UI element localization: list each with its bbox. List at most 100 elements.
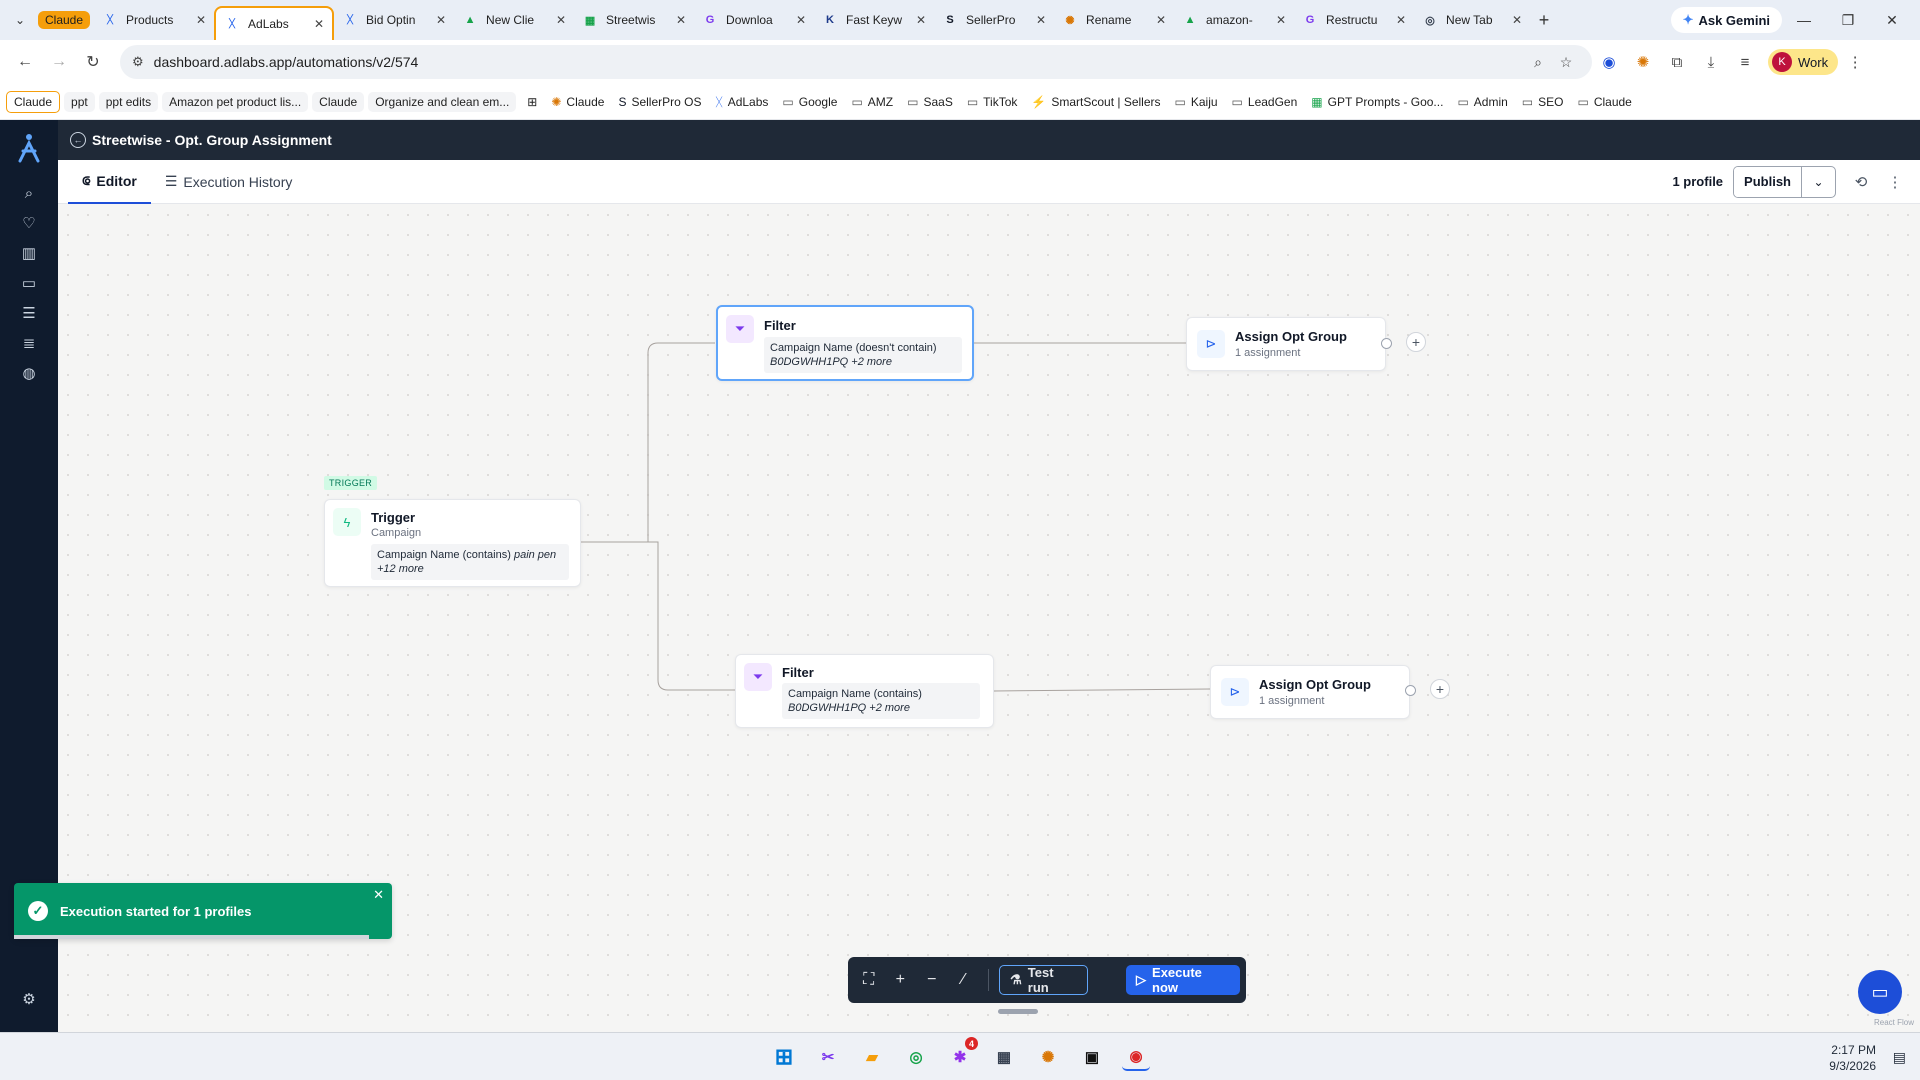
extensions-icon[interactable]: ⧉ — [1660, 54, 1694, 71]
browser-tab[interactable]: ◎ New Tab ✕ — [1414, 4, 1530, 36]
slack-icon[interactable]: ✱ 4 — [946, 1037, 978, 1071]
bookmark-item[interactable]: Claude — [312, 91, 365, 112]
add-node-button[interactable]: + — [1406, 332, 1426, 352]
output-handle[interactable] — [1381, 338, 1392, 349]
profile-count[interactable]: 1 profile — [1672, 174, 1723, 189]
chrome-work-icon[interactable]: ◉ — [1122, 1043, 1150, 1071]
ask-gemini-button[interactable]: ✦ Ask Gemini — [1670, 7, 1782, 33]
bookmark-star-icon[interactable]: ☆ — [1552, 54, 1580, 71]
browser-tab[interactable]: G Downloa ✕ — [694, 4, 814, 36]
close-tab-icon[interactable]: ✕ — [1036, 13, 1046, 27]
fit-view-icon[interactable]: ⛶ — [854, 965, 884, 995]
tab-search-icon[interactable]: ⌄ — [6, 6, 34, 34]
tab-editor[interactable]: ⟃ Editor — [68, 160, 151, 204]
zoom-in-icon[interactable]: + — [886, 965, 916, 995]
notification-icon[interactable]: ▤ — [1893, 1049, 1906, 1066]
back-icon[interactable]: ← — [10, 47, 40, 77]
filter-node-top[interactable]: ⏷ Filter Campaign Name (doesn't contain)… — [716, 305, 974, 381]
site-info-icon[interactable]: ⚙ — [132, 54, 144, 70]
bookmark-item[interactable]: ▭ LeadGen — [1225, 92, 1305, 112]
chevron-down-icon[interactable]: ⌄ — [1801, 166, 1835, 197]
file-explorer-icon[interactable]: ▰ — [858, 1043, 886, 1071]
checklist-icon[interactable]: ☰ — [9, 298, 49, 328]
add-node-button[interactable]: + — [1430, 679, 1450, 699]
bookmark-item[interactable]: ✺ Claude — [544, 92, 611, 112]
close-tab-icon[interactable]: ✕ — [556, 13, 566, 27]
publish-button[interactable]: Publish — [1734, 166, 1801, 197]
address-bar[interactable]: ⚙ dashboard.adlabs.app/automations/v2/57… — [120, 45, 1592, 79]
close-tab-icon[interactable]: ✕ — [796, 13, 806, 27]
assign-node-bottom[interactable]: ⊳ Assign Opt Group 1 assignment — [1210, 665, 1410, 719]
bookmark-item[interactable]: ▭ SaaS — [900, 92, 960, 112]
chrome-icon[interactable]: ◎ — [902, 1043, 930, 1071]
claude-extension-icon[interactable]: ✺ — [1626, 53, 1660, 71]
bookmark-item[interactable]: ▭ Claude — [1570, 92, 1638, 112]
browser-tab[interactable]: ▲ New Clie ✕ — [454, 4, 574, 36]
bookmark-item[interactable]: ⚡ SmartScout | Sellers — [1024, 92, 1167, 112]
zoom-out-icon[interactable]: − — [917, 965, 947, 995]
browser-tab[interactable]: ✺ Rename ✕ — [1054, 4, 1174, 36]
zoom-icon[interactable]: ⌕ — [1524, 54, 1552, 71]
bookmark-item[interactable]: ▭ AMZ — [844, 92, 900, 112]
back-arrow-icon[interactable]: ← — [70, 132, 86, 148]
close-tab-icon[interactable]: ✕ — [436, 13, 446, 27]
execute-now-button[interactable]: ▷ Execute now — [1126, 965, 1240, 995]
bookmark-item[interactable]: ▭ Kaiju — [1168, 92, 1225, 112]
close-tab-icon[interactable]: ✕ — [196, 13, 206, 27]
windows-start-icon[interactable]: ⊞ — [770, 1043, 798, 1071]
profile-button[interactable]: K Work — [1768, 49, 1839, 75]
bookmark-item[interactable]: ppt — [64, 91, 95, 112]
url-text[interactable]: dashboard.adlabs.app/automations/v2/574 — [154, 54, 1524, 70]
analytics-icon[interactable]: ▥ — [9, 238, 49, 268]
history-icon[interactable]: ⟲ — [1844, 173, 1878, 191]
close-window-icon[interactable]: ✕ — [1870, 12, 1914, 29]
settings-gear-icon[interactable]: ⚙ — [9, 984, 49, 1014]
bookmark-item[interactable]: ▭ TikTok — [960, 92, 1025, 112]
close-tab-icon[interactable]: ✕ — [1156, 13, 1166, 27]
close-tab-icon[interactable]: ✕ — [1396, 13, 1406, 27]
test-run-button[interactable]: ⚗ Test run — [999, 965, 1089, 995]
forward-icon[interactable]: → — [44, 47, 74, 77]
tab-group-label[interactable]: Claude — [38, 11, 91, 29]
output-handle[interactable] — [1405, 685, 1416, 696]
bookmark-item[interactable]: ▭ Google — [775, 92, 844, 112]
notion-icon[interactable]: ▣ — [1078, 1043, 1106, 1071]
browser-tab[interactable]: ᚷ Products ✕ — [94, 4, 214, 36]
assign-node-top[interactable]: ⊳ Assign Opt Group 1 assignment — [1186, 317, 1386, 371]
close-tab-icon[interactable]: ✕ — [916, 13, 926, 27]
bookmark-item[interactable]: Claude — [6, 90, 61, 113]
close-tab-icon[interactable]: ✕ — [314, 17, 324, 31]
claude-app-icon[interactable]: ✺ — [1034, 1043, 1062, 1071]
bookmark-item[interactable]: Organize and clean em... — [368, 91, 517, 112]
browser-tab[interactable]: ᚷ AdLabs ✕ — [214, 6, 335, 40]
globe-icon[interactable]: ◍ — [9, 358, 49, 388]
bookmark-item[interactable]: ppt edits — [98, 91, 159, 112]
new-tab-button[interactable]: + — [1530, 10, 1558, 31]
browser-tab[interactable]: ▲ amazon- ✕ — [1174, 4, 1294, 36]
browser-menu-icon[interactable]: ⋮ — [1838, 53, 1872, 71]
minimize-icon[interactable]: — — [1782, 12, 1826, 28]
bookmark-item[interactable]: S SellerPro OS — [611, 92, 708, 112]
browser-tab[interactable]: K Fast Keyw ✕ — [814, 4, 934, 36]
close-tab-icon[interactable]: ✕ — [1512, 13, 1522, 27]
adlabs-logo-icon[interactable] — [11, 130, 47, 166]
bookmark-item[interactable]: ᚷ AdLabs — [708, 92, 775, 112]
close-tab-icon[interactable]: ✕ — [1276, 13, 1286, 27]
browser-tab[interactable]: ▦ Streetwis ✕ — [574, 4, 694, 36]
bookmark-item[interactable]: Amazon pet product lis... — [162, 91, 309, 112]
bookmark-item[interactable]: ▦ GPT Prompts - Goo... — [1304, 92, 1450, 112]
restore-icon[interactable]: ❐ — [1826, 12, 1870, 29]
password-manager-icon[interactable]: ◉ — [1592, 53, 1626, 71]
lightbulb-icon[interactable]: ♡ — [9, 208, 49, 238]
close-toast-icon[interactable]: ✕ — [373, 887, 384, 903]
chat-support-button[interactable]: ▭ — [1858, 970, 1902, 1014]
more-options-icon[interactable]: ⋮ — [1878, 173, 1912, 191]
auto-layout-wand-icon[interactable]: ⁄ — [949, 965, 979, 995]
snipping-tool-icon[interactable]: ✂ — [814, 1043, 842, 1071]
tab-execution-history[interactable]: ☰ Execution History — [151, 160, 307, 204]
filter-node-bottom[interactable]: ⏷ Filter Campaign Name (contains) B0DGWH… — [735, 654, 994, 728]
search-icon[interactable]: ⌕ — [9, 178, 49, 208]
drag-handle[interactable] — [998, 1009, 1038, 1014]
apps-grid-icon[interactable]: ⊞ — [520, 92, 544, 112]
browser-tab[interactable]: G Restructu ✕ — [1294, 4, 1414, 36]
